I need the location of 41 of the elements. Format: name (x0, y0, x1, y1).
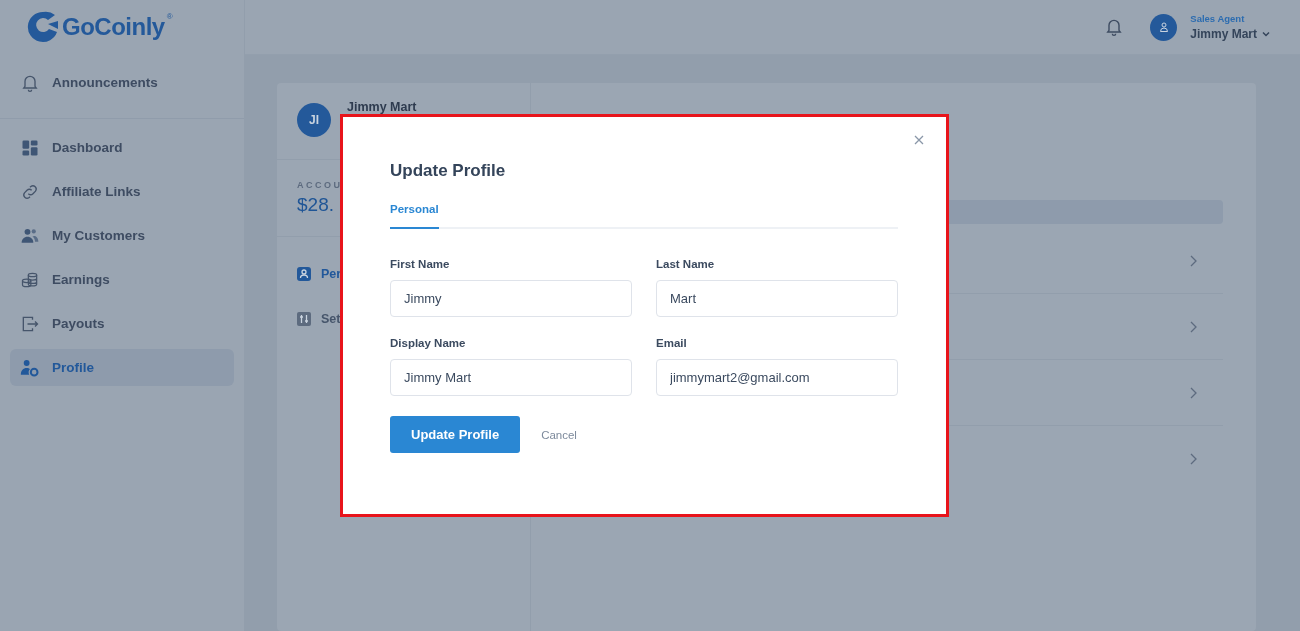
input-field[interactable]: Jimmy (390, 280, 632, 317)
sidebar-item[interactable]: Announcements (10, 64, 234, 101)
account-label: ACCOU (297, 180, 343, 190)
field-label: Display Name (390, 337, 467, 349)
chevron-right-icon[interactable] (1189, 254, 1197, 267)
dialog-title: Update Profile (390, 161, 507, 181)
input-field[interactable]: Jimmy Mart (390, 359, 632, 396)
chevron-right-icon[interactable] (1189, 386, 1197, 399)
sidebar-item[interactable]: My Customers (10, 217, 234, 254)
avatar[interactable] (1150, 13, 1178, 41)
user-badge-icon (297, 266, 311, 281)
field-label: Email (656, 337, 688, 349)
input-field[interactable]: jimmymart2@gmail.com (656, 359, 898, 396)
sidebar-item[interactable]: Payouts (10, 305, 234, 342)
user-menu[interactable]: Jimmy Mart (1190, 27, 1257, 41)
registered-mark: ® (166, 12, 173, 21)
chevron-right-icon[interactable] (1189, 452, 1197, 465)
account-balance: $28. (297, 194, 334, 216)
cancel-link[interactable]: Cancel (541, 428, 577, 441)
sidebar-item[interactable]: Earnings (10, 261, 234, 298)
brand-name: GoCoinly (62, 13, 165, 41)
chevron-right-icon[interactable] (1189, 320, 1197, 333)
chevron-down-icon[interactable] (1262, 31, 1270, 37)
sidebar-item[interactable]: Affiliate Links (10, 173, 234, 210)
avatar: JI (297, 103, 331, 137)
user-gear-icon (20, 357, 40, 378)
profile-menu-item[interactable]: Set (297, 296, 341, 341)
sliders-icon (297, 311, 311, 326)
close-icon[interactable] (914, 135, 924, 145)
user-role: Sales Agent (1190, 13, 1246, 24)
logo-icon (26, 10, 60, 44)
field-label: First Name (390, 258, 451, 270)
field-label: Last Name (656, 258, 716, 270)
tab[interactable]: Personal (390, 203, 439, 229)
update-profile-button[interactable]: Update Profile (390, 416, 521, 453)
profile-name: Jimmy Mart (347, 100, 417, 114)
profile-menu-item[interactable]: Per (297, 251, 342, 296)
user-icon (1158, 22, 1169, 32)
sidebar-item[interactable]: Profile (10, 349, 234, 386)
input-field[interactable]: Mart (656, 280, 898, 317)
sidebar-item[interactable]: Dashboard (10, 129, 234, 166)
